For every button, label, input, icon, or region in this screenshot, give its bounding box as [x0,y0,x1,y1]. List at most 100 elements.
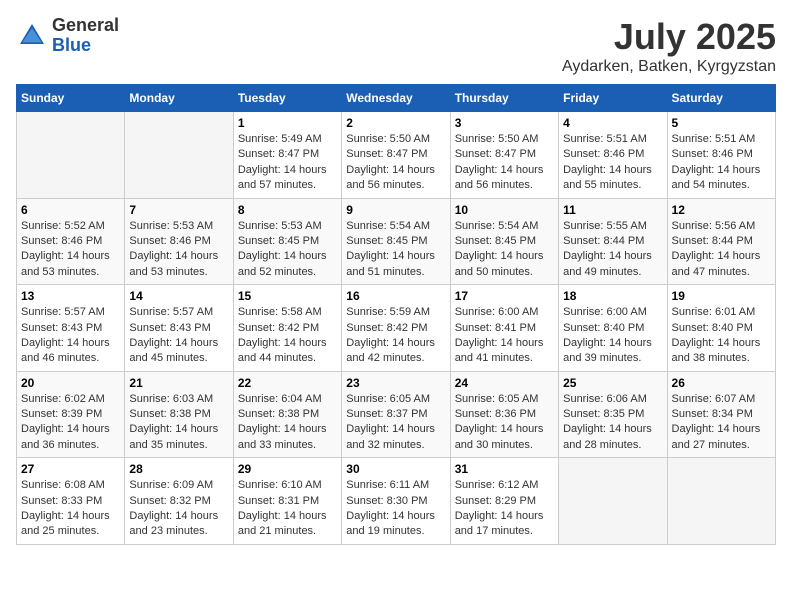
day-number: 9 [346,203,445,217]
sunset-text: Sunset: 8:45 PM [455,235,536,247]
day-number: 22 [238,376,337,390]
day-number: 24 [455,376,554,390]
day-info: Sunrise: 5:51 AMSunset: 8:46 PMDaylight:… [563,132,662,194]
daylight-text: Daylight: 14 hours and 56 minutes. [455,164,544,191]
daylight-text: Daylight: 14 hours and 53 minutes. [129,250,218,277]
calendar-table: SundayMondayTuesdayWednesdayThursdayFrid… [16,84,776,545]
sunset-text: Sunset: 8:29 PM [455,495,536,507]
day-number: 6 [21,203,120,217]
calendar-cell: 31 Sunrise: 6:12 AM Sunset: 8:29 PM Dayligh… [450,458,558,545]
sunset-text: Sunset: 8:38 PM [129,408,210,420]
sunset-text: Sunset: 8:45 PM [346,235,427,247]
day-number: 28 [129,462,228,476]
calendar-cell: 18Sunrise: 6:00 AMSunset: 8:40 PMDayligh… [559,285,667,372]
day-info: Sunrise: 6:01 AMSunset: 8:40 PMDaylight:… [672,305,771,367]
daylight-text: Daylight: 14 hours and 54 minutes. [672,164,761,191]
daylight-text: Daylight: 14 hours and 36 minutes. [21,423,110,450]
location-title: Aydarken, Batken, Kyrgyzstan [562,58,776,76]
sunset-text: Sunset: 8:45 PM [238,235,319,247]
sunset-text: Sunset: 8:38 PM [238,408,319,420]
sunrise-text: Sunrise: 5:54 AM [346,220,430,232]
daylight-text: Daylight: 14 hours and 25 minutes. [21,510,110,537]
sunset-text: Sunset: 8:44 PM [563,235,644,247]
sunset-text: Sunset: 8:46 PM [129,235,210,247]
day-info: Sunrise: 5:57 AMSunset: 8:43 PMDaylight:… [21,305,120,367]
sunset-text: Sunset: 8:36 PM [455,408,536,420]
calendar-cell: 27Sunrise: 6:08 AMSunset: 8:33 PMDayligh… [17,458,125,545]
daylight-text: Daylight: 14 hours and 52 minutes. [238,250,327,277]
title-area: July 2025 Aydarken, Batken, Kyrgyzstan [562,16,776,76]
sunrise-text: Sunrise: 5:50 AM [455,133,539,145]
calendar-cell: 17Sunrise: 6:00 AMSunset: 8:41 PMDayligh… [450,285,558,372]
day-info: Sunrise: 5:49 AMSunset: 8:47 PMDaylight:… [238,132,337,194]
day-info: Sunrise: 5:58 AMSunset: 8:42 PMDaylight:… [238,305,337,367]
calendar-cell: 6Sunrise: 5:52 AMSunset: 8:46 PMDaylight… [17,198,125,285]
sunrise-text: Sunrise: 6:04 AM [238,393,322,405]
calendar-cell: 3 Sunrise: 5:50 AMSunset: 8:47 PMDaylight… [450,112,558,199]
logo-text: General Blue [52,16,119,56]
calendar-header-row: SundayMondayTuesdayWednesdayThursdayFrid… [17,85,776,112]
day-number: 10 [455,203,554,217]
calendar-cell: 16Sunrise: 5:59 AMSunset: 8:42 PMDayligh… [342,285,450,372]
sunset-text: Sunset: 8:46 PM [672,148,753,160]
calendar-cell: 13Sunrise: 5:57 AMSunset: 8:43 PMDayligh… [17,285,125,372]
day-number: 3 [455,116,554,130]
sunrise-text: Sunrise: 5:53 AM [238,220,322,232]
day-number: 12 [672,203,771,217]
sunrise-text: Sunrise: 5:51 AM [563,133,647,145]
calendar-cell: 28Sunrise: 6:09 AMSunset: 8:32 PMDayligh… [125,458,233,545]
sunset-text: Sunset: 8:46 PM [563,148,644,160]
daylight-text: Daylight: 14 hours and 49 minutes. [563,250,652,277]
sunrise-text: Sunrise: 5:58 AM [238,306,322,318]
daylight-text: Daylight: 14 hours and 38 minutes. [672,337,761,364]
daylight-text: Daylight: 14 hours and 56 minutes. [346,164,435,191]
calendar-cell: 24 Sunrise: 6:05 AM Sunset: 8:36 PM Dayligh… [450,371,558,458]
calendar-cell: 15Sunrise: 5:58 AMSunset: 8:42 PMDayligh… [233,285,341,372]
sunrise-text: Sunrise: 5:54 AM [455,220,539,232]
sunset-text: Sunset: 8:39 PM [21,408,102,420]
sunset-text: Sunset: 8:40 PM [563,322,644,334]
sunrise-text: Sunrise: 6:05 AM [455,393,539,405]
sunrise-text: Sunrise: 5:59 AM [346,306,430,318]
day-info: Sunrise: 5:53 AMSunset: 8:46 PMDaylight:… [129,219,228,281]
daylight-text: Daylight: 14 hours and 19 minutes. [346,510,435,537]
daylight-text: Daylight: 14 hours and 45 minutes. [129,337,218,364]
sunrise-text: Sunrise: 5:57 AM [21,306,105,318]
calendar-cell: 4Sunrise: 5:51 AMSunset: 8:46 PMDaylight… [559,112,667,199]
sunrise-text: Sunrise: 6:11 AM [346,479,429,491]
day-number: 23 [346,376,445,390]
weekday-header: Friday [559,85,667,112]
day-info: Sunrise: 6:11 AMSunset: 8:30 PMDaylight:… [346,478,445,540]
daylight-text: Daylight: 14 hours and 44 minutes. [238,337,327,364]
logo-blue: Blue [52,36,119,56]
calendar-cell: 30 Sunrise: 6:11 AMSunset: 8:30 PMDayligh… [342,458,450,545]
calendar-week-row: 27Sunrise: 6:08 AMSunset: 8:33 PMDayligh… [17,458,776,545]
sunset-text: Sunset: 8:31 PM [238,495,319,507]
sunrise-text: Sunrise: 6:09 AM [129,479,213,491]
day-info: Sunrise: 6:00 AMSunset: 8:41 PMDaylight:… [455,305,554,367]
day-number: 31 [455,462,554,476]
daylight-text: Daylight: 14 hours and 30 minutes. [455,423,544,450]
day-info: Sunrise: 5:50 AMSunset: 8:47 PMDaylight:… [455,132,554,194]
calendar-week-row: 13Sunrise: 5:57 AMSunset: 8:43 PMDayligh… [17,285,776,372]
calendar-cell: 26Sunrise: 6:07 AMSunset: 8:34 PMDayligh… [667,371,775,458]
logo-icon [16,20,48,52]
sunrise-text: Sunrise: 5:56 AM [672,220,756,232]
daylight-text: Daylight: 14 hours and 17 minutes. [455,510,544,537]
daylight-text: Daylight: 14 hours and 35 minutes. [129,423,218,450]
day-info: Sunrise: 6:12 AM Sunset: 8:29 PM Daylight:… [455,478,554,540]
day-number: 20 [21,376,120,390]
sunrise-text: Sunrise: 6:12 AM [455,479,539,491]
sunset-text: Sunset: 8:35 PM [563,408,644,420]
sunrise-text: Sunrise: 6:07 AM [672,393,756,405]
weekday-header: Wednesday [342,85,450,112]
sunrise-text: Sunrise: 6:08 AM [21,479,105,491]
day-info: Sunrise: 6:05 AMSunset: 8:37 PMDaylight:… [346,392,445,454]
sunset-text: Sunset: 8:41 PM [455,322,536,334]
sunset-text: Sunset: 8:37 PM [346,408,427,420]
sunset-text: Sunset: 8:46 PM [21,235,102,247]
daylight-text: Daylight: 14 hours and 28 minutes. [563,423,652,450]
day-info: Sunrise: 6:10 AMSunset: 8:31 PMDaylight:… [238,478,337,540]
day-number: 30 [346,462,445,476]
daylight-text: Daylight: 14 hours and 23 minutes. [129,510,218,537]
